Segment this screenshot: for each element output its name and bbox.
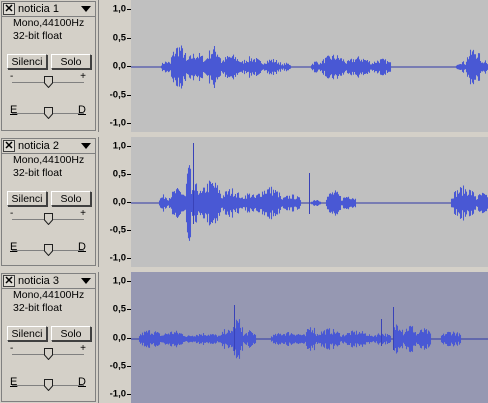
ruler-label: 0,5	[112, 168, 126, 180]
gain-plus-label: +	[80, 208, 86, 219]
waveform-area[interactable]	[131, 272, 488, 403]
gain-plus-label: +	[80, 343, 86, 354]
ruler-label: 0,0	[112, 196, 126, 208]
solo-button[interactable]: Solo	[51, 326, 91, 341]
pan-right-label: D	[78, 104, 86, 116]
track-2[interactable]: ✕ noticia 2 Mono,44100Hz 32-bit float Silenc…	[0, 137, 488, 272]
gain-slider-thumb[interactable]	[44, 75, 53, 89]
gain-minus-label: -	[10, 71, 14, 82]
track-title-bar: ✕ noticia 3	[2, 274, 95, 289]
track-bit-depth: 32-bit float	[13, 167, 63, 179]
solo-button[interactable]: Solo	[51, 191, 91, 206]
pan-slider-thumb[interactable]	[44, 378, 53, 392]
track-menu-arrow-icon[interactable]	[81, 6, 91, 12]
waveform-area[interactable]	[131, 137, 488, 267]
ruler-label: -1,0	[109, 252, 126, 264]
track-name-button[interactable]: noticia 3	[18, 275, 81, 287]
ruler-label: 1,0	[112, 140, 126, 152]
close-track-icon[interactable]: ✕	[3, 140, 15, 152]
track-bit-depth: 32-bit float	[13, 302, 63, 314]
track-control-panel: ✕ noticia 3 Mono,44100Hz 32-bit float Silenc…	[1, 273, 96, 402]
close-track-icon[interactable]: ✕	[3, 3, 15, 15]
ruler-label: -0,5	[109, 360, 126, 372]
track-format: Mono,44100Hz	[13, 154, 85, 166]
mute-button[interactable]: Silenci	[7, 54, 47, 69]
waveform-svg	[131, 272, 488, 403]
gain-slider-thumb[interactable]	[44, 347, 53, 361]
track-bit-depth: 32-bit float	[13, 30, 63, 42]
pan-slider-thumb[interactable]	[44, 243, 53, 257]
track-name-button[interactable]: noticia 1	[18, 3, 81, 15]
gain-plus-label: +	[80, 71, 86, 82]
waveform-area[interactable]	[131, 0, 488, 132]
ruler-label: -1,0	[109, 388, 126, 400]
pan-slider[interactable]: ED	[10, 104, 86, 120]
pan-left-label: E	[10, 104, 18, 116]
amplitude-ruler: 1,0 0,5 0,0 -0,5 -1,0	[98, 272, 131, 403]
gain-slider[interactable]: - +	[10, 208, 86, 226]
track-title-bar: ✕ noticia 2	[2, 139, 95, 154]
track-control-panel: ✕ noticia 1 Mono,44100Hz 32-bit float Silenc…	[1, 1, 96, 131]
gain-minus-label: -	[10, 208, 14, 219]
pan-left-label: E	[10, 241, 18, 253]
track-menu-arrow-icon[interactable]	[81, 143, 91, 149]
ruler-label: -0,5	[109, 224, 126, 236]
ruler-label: 0,0	[112, 332, 126, 343]
track-title-bar: ✕ noticia 1	[2, 2, 95, 17]
amplitude-ruler: 1,0 0,5 0,0 -0,5 -1,0	[98, 137, 131, 267]
close-track-icon[interactable]: ✕	[3, 275, 15, 287]
ruler-label: 0,5	[112, 32, 126, 43]
gain-slider[interactable]: - +	[10, 343, 86, 361]
track-format: Mono,44100Hz	[13, 17, 85, 29]
track-buttons: Silenci Solo	[7, 326, 94, 341]
track-format: Mono,44100Hz	[13, 289, 85, 301]
pan-right-label: D	[78, 241, 86, 253]
track-menu-arrow-icon[interactable]	[81, 278, 91, 284]
ruler-label: -1,0	[109, 117, 126, 129]
waveform-svg	[131, 0, 488, 132]
gain-slider[interactable]: - +	[10, 71, 86, 89]
pan-left-label: E	[10, 376, 18, 388]
solo-button[interactable]: Solo	[51, 54, 91, 69]
pan-slider[interactable]: ED	[10, 241, 86, 257]
gain-slider-thumb[interactable]	[44, 212, 53, 226]
pan-slider-thumb[interactable]	[44, 106, 53, 120]
track-1[interactable]: ✕ noticia 1 Mono,44100Hz 32-bit float Silenc…	[0, 0, 488, 137]
ruler-label: -0,5	[109, 89, 126, 100]
pan-slider[interactable]: ED	[10, 376, 86, 392]
track-control-panel: ✕ noticia 2 Mono,44100Hz 32-bit float Silenc…	[1, 138, 96, 266]
track-3[interactable]: ✕ noticia 3 Mono,44100Hz 32-bit float Silenc…	[0, 272, 488, 403]
ruler-label: 1,0	[112, 3, 126, 15]
track-buttons: Silenci Solo	[7, 54, 94, 69]
ruler-label: 0,0	[112, 60, 126, 72]
track-buttons: Silenci Solo	[7, 191, 94, 206]
mute-button[interactable]: Silenci	[7, 326, 47, 341]
waveform-svg	[131, 137, 488, 267]
gain-minus-label: -	[10, 343, 14, 354]
mute-button[interactable]: Silenci	[7, 191, 47, 206]
ruler-label: 0,5	[112, 303, 126, 315]
track-name-button[interactable]: noticia 2	[18, 140, 81, 152]
pan-right-label: D	[78, 376, 86, 388]
ruler-label: 1,0	[112, 275, 126, 287]
amplitude-ruler: 1,0 0,5 0,0 -0,5 -1,0	[98, 0, 131, 132]
